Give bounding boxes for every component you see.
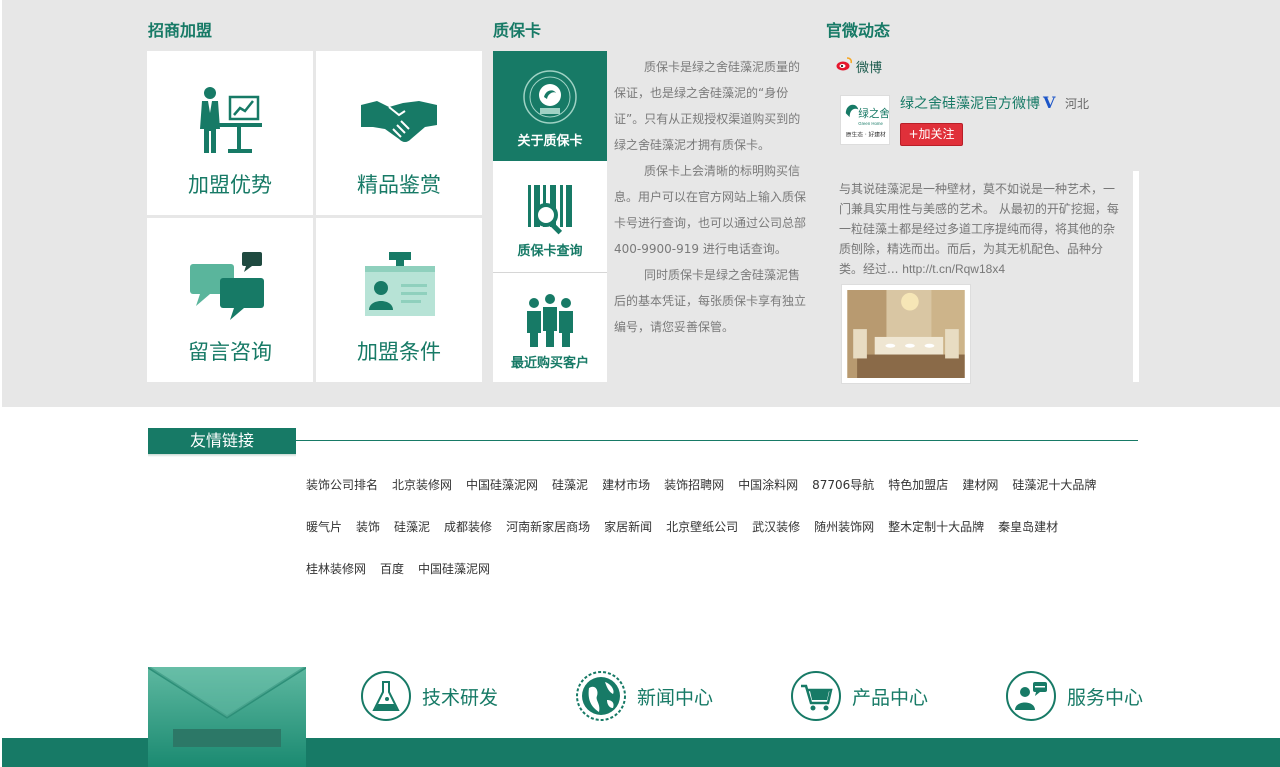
weibo-region: 河北 (1065, 97, 1090, 111)
friend-link[interactable]: 建材市场 (602, 464, 650, 506)
handshake-icon (361, 101, 437, 142)
warranty-tab-label: 质保卡查询 (517, 244, 583, 259)
service-label: 技术研发 (422, 687, 499, 709)
warranty-seal-icon (523, 70, 577, 124)
friend-link[interactable]: 整木定制十大品牌 (888, 506, 984, 548)
svg-text:Green Home: Green Home (858, 121, 883, 126)
verified-icon: V (1043, 93, 1056, 112)
join-tile-consult[interactable]: 留言咨询 (147, 218, 313, 382)
join-tile-advantages[interactable]: 加盟优势 (147, 51, 313, 215)
envelope-graphic (148, 667, 306, 767)
friend-links-shadow (148, 454, 296, 457)
cart-icon (791, 671, 841, 721)
join-tile-label: 精品鉴赏 (357, 173, 441, 197)
warranty-tab-label: 关于质保卡 (517, 134, 583, 149)
friend-link[interactable]: 装饰招聘网 (664, 464, 724, 506)
envelope-slot (173, 729, 281, 747)
friend-link[interactable]: 秦皇岛建材 (998, 506, 1058, 548)
friend-links-divider (296, 440, 1138, 441)
friend-link[interactable]: 北京壁纸公司 (666, 506, 738, 548)
weibo-section-title: 官微动态 (826, 21, 891, 40)
business-man-icon (200, 87, 262, 153)
warranty-paragraph: 质保卡上会清晰的标明购买信息。用户可以在官方网站上输入质保卡号进行查询，也可以通… (614, 164, 807, 256)
flask-icon (361, 671, 411, 721)
warranty-paragraph: 同时质保卡是绿之舍硅藻泥售后的基本凭证，每张质保卡享有独立编号，请您妥善保管。 (614, 268, 807, 334)
customer-service-icon (1006, 671, 1056, 721)
brand-logo-icon: 绿之舍 Green Home 原生态 · 好建材 (845, 104, 890, 138)
friend-link[interactable]: 家居新闻 (604, 506, 652, 548)
weibo-scrollbar[interactable] (1133, 171, 1139, 382)
service-label: 服务中心 (1067, 687, 1144, 709)
svg-text:绿之舍: 绿之舍 (858, 107, 889, 120)
friend-link[interactable]: 中国硅藻泥网 (466, 464, 538, 506)
friend-links-title: 友情链接 (148, 428, 296, 454)
join-section-title: 招商加盟 (148, 21, 213, 40)
join-tile-label: 留言咨询 (188, 340, 272, 364)
weibo-logo-icon (836, 57, 852, 71)
friend-link[interactable]: 暖气片 (306, 506, 342, 548)
weibo-post-image[interactable] (841, 284, 971, 384)
friend-link[interactable]: 装饰 (356, 506, 380, 548)
service-label: 产品中心 (852, 687, 929, 709)
envelope-icon (148, 667, 306, 719)
friend-link[interactable]: 百度 (380, 548, 404, 590)
dining-room-photo (847, 290, 965, 378)
avatar[interactable]: 绿之舍 Green Home 原生态 · 好建材 (840, 95, 890, 145)
friend-link[interactable]: 中国涂料网 (738, 464, 798, 506)
follow-button[interactable]: +加关注 (900, 123, 963, 146)
friend-link[interactable]: 特色加盟店 (888, 464, 948, 506)
chat-bubbles-icon (190, 252, 264, 320)
warranty-section-title: 质保卡 (493, 21, 542, 40)
weibo-post: 与其说硅藻泥是一种壁材，莫不如说是一种艺术，一门兼具实用性与美感的艺术。 从最初… (839, 179, 1124, 279)
friend-links-list: 装饰公司排名 北京装修网 中国硅藻泥网 硅藻泥 建材市场 装饰招聘网 中国涂料网 87706导… (306, 464, 1126, 590)
join-tile-showcase[interactable]: 精品鉴赏 (316, 51, 482, 215)
friend-link[interactable]: 硅藻泥 (552, 464, 588, 506)
svg-text:原生态 · 好建材: 原生态 · 好建材 (846, 130, 886, 138)
weibo-brand: 微博 (856, 61, 883, 76)
friend-link[interactable]: 桂林装修网 (306, 548, 366, 590)
friend-link[interactable]: 硅藻泥十大品牌 (1012, 464, 1096, 506)
weibo-account-name[interactable]: 绿之舍硅藻泥官方微博 (900, 93, 1040, 113)
friend-link[interactable]: 河南新家居商场 (506, 506, 590, 548)
friend-link[interactable]: 装饰公司排名 (306, 464, 378, 506)
friend-link[interactable]: 87706导航 (812, 464, 874, 506)
weibo-post-link[interactable]: http://t.cn/Rqw18x4 (902, 262, 1005, 276)
warranty-description: 质保卡是绿之舍硅藻泥质量的保证，也是绿之舍硅藻泥的“身份证”。只有从正规授权渠道… (614, 54, 810, 340)
join-tile-label: 加盟优势 (188, 173, 272, 197)
globe-icon (576, 671, 626, 721)
id-card-icon (365, 252, 435, 316)
friend-link[interactable]: 武汉装修 (752, 506, 800, 548)
warranty-tab-label: 最近购买客户 (510, 356, 589, 371)
barcode-search-icon (528, 185, 572, 235)
friend-link[interactable]: 随州装饰网 (814, 506, 874, 548)
warranty-tab-about[interactable]: 关于质保卡 (493, 51, 607, 161)
people-group-icon (527, 294, 573, 347)
weibo-widget: 微博 绿之舍 Green Home 原生态 · 好建材 绿之舍硅藻泥官方微博 V… (827, 51, 1140, 384)
join-tile-label: 加盟条件 (357, 340, 441, 364)
warranty-tab-customers[interactable]: 最近购买客户 (493, 273, 607, 383)
warranty-menu: 关于质保卡 质保卡查询 最近购买客户 (493, 51, 607, 382)
service-label: 新闻中心 (637, 687, 714, 709)
friend-link[interactable]: 北京装修网 (392, 464, 452, 506)
friend-link[interactable]: 中国硅藻泥网 (418, 548, 490, 590)
join-tile-conditions[interactable]: 加盟条件 (316, 218, 482, 382)
friend-link[interactable]: 成都装修 (444, 506, 492, 548)
friend-link[interactable]: 建材网 (962, 464, 998, 506)
warranty-paragraph: 质保卡是绿之舍硅藻泥质量的保证，也是绿之舍硅藻泥的“身份证”。只有从正规授权渠道… (614, 60, 801, 152)
warranty-tab-query[interactable]: 质保卡查询 (493, 161, 607, 271)
friend-link[interactable]: 硅藻泥 (394, 506, 430, 548)
